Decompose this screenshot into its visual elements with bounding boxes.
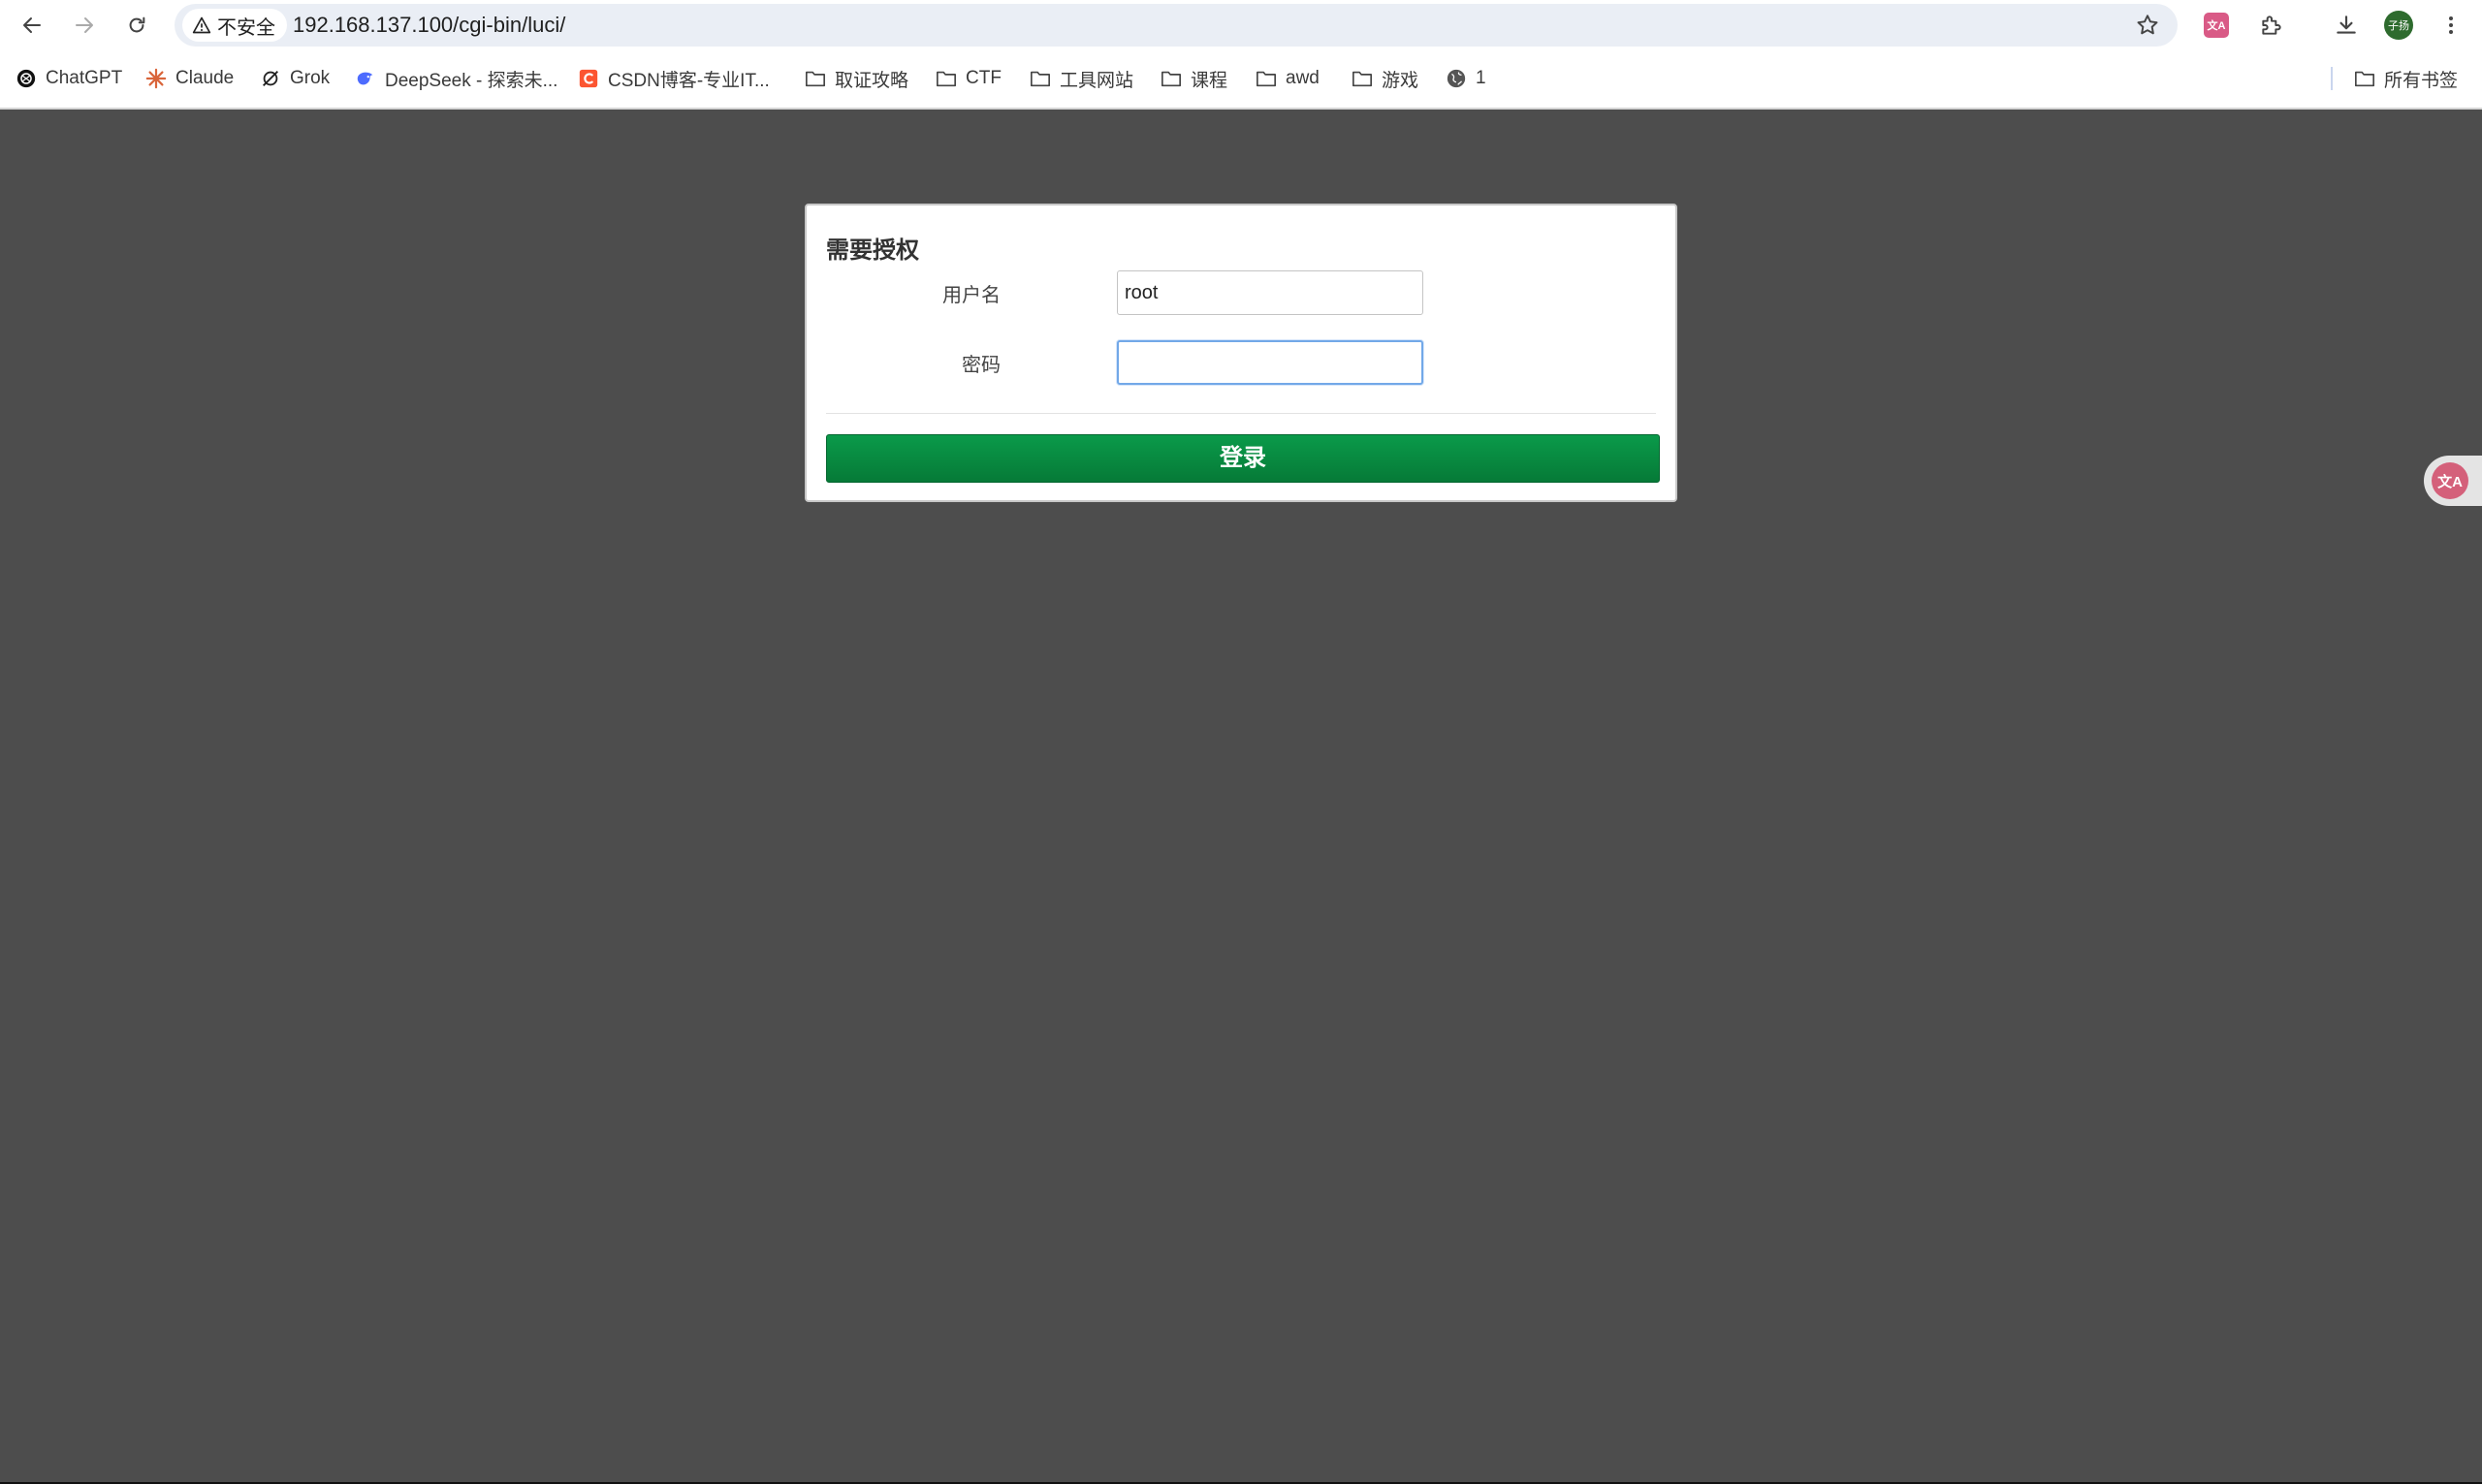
bookmark-label: 工具网站 bbox=[1060, 70, 1134, 91]
folder-icon bbox=[1256, 68, 1277, 89]
password-field[interactable] bbox=[1117, 340, 1423, 385]
bookmark-label: DeepSeek - 探索未... bbox=[385, 70, 558, 91]
bookmark-globe-1[interactable]: 1 bbox=[1446, 63, 1486, 94]
reload-button[interactable] bbox=[118, 8, 155, 43]
bookmark-label: CSDN博客-专业IT... bbox=[608, 70, 770, 91]
address-bar[interactable]: 不安全 192.168.137.100/cgi-bin/luci/ bbox=[175, 4, 2178, 47]
page-title: 需要授权 bbox=[826, 237, 919, 264]
password-label: 密码 bbox=[962, 355, 1001, 376]
bookmark-folder-games[interactable]: 游戏 bbox=[1352, 63, 1418, 94]
all-bookmarks-button[interactable]: 所有书签 bbox=[2354, 63, 2458, 94]
downloads-button[interactable] bbox=[2329, 8, 2364, 43]
bookmark-folder-courses[interactable]: 课程 bbox=[1161, 63, 1227, 94]
bookmark-label: 1 bbox=[1476, 68, 1486, 88]
bookmark-folder-tools[interactable]: 工具网站 bbox=[1030, 63, 1133, 94]
back-button[interactable] bbox=[14, 8, 50, 43]
username-label: 用户名 bbox=[942, 285, 1001, 306]
extensions-button[interactable] bbox=[2254, 8, 2289, 43]
bookmark-folder-awd[interactable]: awd bbox=[1256, 63, 1320, 94]
bookmark-deepseek[interactable]: DeepSeek - 探索未... bbox=[355, 63, 557, 94]
folder-icon bbox=[1352, 68, 1373, 89]
folder-icon bbox=[805, 68, 826, 89]
security-label: 不安全 bbox=[217, 16, 275, 39]
forward-button[interactable] bbox=[66, 8, 103, 43]
avatar: 子扬 bbox=[2384, 11, 2413, 40]
bookmarks-divider bbox=[2331, 67, 2333, 90]
bookmark-label: 游戏 bbox=[1382, 70, 1419, 91]
bookmark-grok[interactable]: Grok bbox=[260, 63, 330, 94]
translate-icon: 文A bbox=[2204, 13, 2229, 38]
globe-icon bbox=[1446, 68, 1467, 89]
chatgpt-icon bbox=[16, 68, 37, 89]
bookmark-label: ChatGPT bbox=[46, 68, 123, 88]
profile-button[interactable]: 子扬 bbox=[2381, 8, 2416, 43]
menu-button[interactable] bbox=[2434, 8, 2468, 43]
deepseek-icon bbox=[355, 68, 376, 89]
arrow-left-icon bbox=[23, 17, 41, 33]
bookmark-folder-forensics[interactable]: 取证攻略 bbox=[805, 63, 908, 94]
browser-toolbar: 不安全 192.168.137.100/cgi-bin/luci/ 文A 子扬 bbox=[0, 0, 2482, 49]
folder-icon bbox=[936, 68, 957, 89]
more-vertical-icon bbox=[2449, 16, 2453, 34]
warning-icon bbox=[192, 16, 211, 34]
security-indicator[interactable]: 不安全 bbox=[182, 9, 287, 42]
all-bookmarks-label: 所有书签 bbox=[2384, 70, 2459, 91]
bookmark-csdn[interactable]: CSDN博客-专业IT... bbox=[578, 63, 770, 94]
form-divider bbox=[826, 413, 1656, 414]
grok-icon bbox=[260, 68, 281, 89]
bookmark-claude[interactable]: Claude bbox=[145, 63, 234, 94]
translate-icon: 文A bbox=[2432, 462, 2468, 499]
puzzle-icon bbox=[2262, 16, 2281, 35]
csdn-icon bbox=[578, 68, 599, 89]
reload-icon bbox=[129, 16, 145, 33]
bookmarks-bar: ChatGPT Claude Grok DeepSeek - 探索未... CS… bbox=[0, 49, 2482, 110]
arrow-right-icon bbox=[76, 17, 93, 33]
login-card: 需要授权 用户名 密码 登录 bbox=[805, 204, 1677, 502]
translate-extension-button[interactable]: 文A bbox=[2199, 8, 2234, 43]
url-text[interactable]: 192.168.137.100/cgi-bin/luci/ bbox=[293, 4, 565, 47]
login-button[interactable]: 登录 bbox=[826, 434, 1660, 483]
bookmark-label: Claude bbox=[175, 68, 235, 88]
bookmark-label: Grok bbox=[290, 68, 331, 88]
folder-icon bbox=[2354, 68, 2375, 89]
bookmark-label: awd bbox=[1286, 68, 1320, 88]
download-icon bbox=[2337, 16, 2356, 34]
translate-floating-button[interactable]: 文A bbox=[2424, 456, 2482, 506]
bookmark-folder-ctf[interactable]: CTF bbox=[936, 63, 1002, 94]
bookmark-star-icon[interactable] bbox=[2133, 11, 2162, 40]
bookmark-label: 课程 bbox=[1191, 70, 1228, 91]
bookmark-chatgpt[interactable]: ChatGPT bbox=[16, 63, 122, 94]
folder-icon bbox=[1161, 68, 1182, 89]
username-field[interactable] bbox=[1117, 270, 1423, 315]
bookmark-label: CTF bbox=[966, 68, 1002, 88]
folder-icon bbox=[1030, 68, 1051, 89]
claude-icon bbox=[145, 68, 167, 89]
bookmark-label: 取证攻略 bbox=[835, 70, 909, 91]
